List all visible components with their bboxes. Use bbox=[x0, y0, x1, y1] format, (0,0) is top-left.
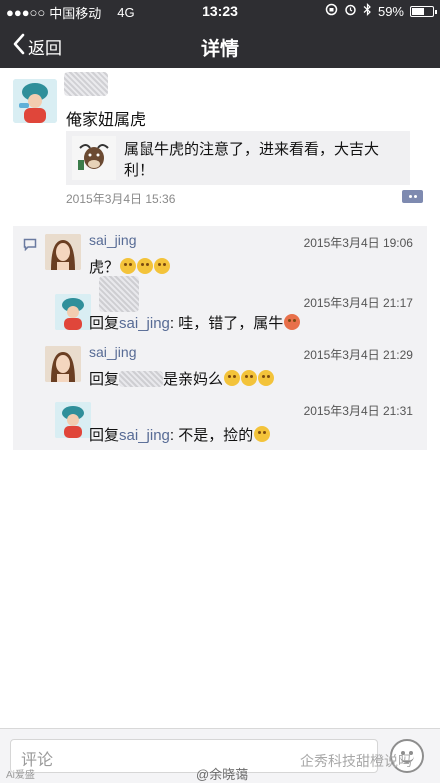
post-text: 俺家妞属虎 bbox=[66, 112, 147, 129]
alarm-icon bbox=[344, 3, 357, 19]
commenter-avatar[interactable] bbox=[45, 346, 81, 382]
comment-text: 回复 是亲妈么 bbox=[89, 368, 275, 389]
comment-content: 是亲妈么 bbox=[163, 371, 224, 388]
reply-target-name[interactable]: sai_jing bbox=[119, 315, 170, 332]
shared-link-title: 属鼠牛虎的注意了，进来看看，大吉大利！ bbox=[124, 141, 380, 179]
emoji-icon bbox=[137, 258, 154, 274]
emoji-icon bbox=[154, 258, 171, 274]
bluetooth-icon bbox=[363, 3, 372, 19]
commenter-avatar[interactable] bbox=[55, 402, 91, 438]
comment-item[interactable]: 2015年3月4日 21:31 回复sai_jing: 不是，捡的 bbox=[13, 402, 427, 448]
comment-content: : 不是，捡的 bbox=[169, 427, 254, 444]
reply-target-name[interactable]: sai_jing bbox=[119, 427, 170, 444]
emoji-icon bbox=[258, 370, 275, 386]
blurred-commenter-name bbox=[99, 276, 139, 312]
battery-fill bbox=[412, 7, 424, 15]
emoji-icon bbox=[254, 426, 271, 442]
comment-list: sai_jing 2015年3月4日 19:06 虎？ 2015年3月4日 21… bbox=[13, 226, 427, 450]
commenter-avatar[interactable] bbox=[45, 234, 81, 270]
battery-icon bbox=[410, 5, 437, 17]
comment-timestamp: 2015年3月4日 21:29 bbox=[303, 348, 413, 362]
reply-prefix: 回复 bbox=[89, 427, 120, 444]
comment-text: 回复sai_jing: 哇，错了，属牛 bbox=[89, 312, 301, 333]
comment-content: 虎？ bbox=[89, 259, 120, 276]
comment-text: 回复sai_jing: 不是，捡的 bbox=[89, 424, 271, 445]
moments-detail-page: ●●●○○ 中国移动 4G 13:23 59% 返回 详情 俺家妞属虎 属鼠牛虎… bbox=[0, 0, 440, 783]
comment-text: 虎？ bbox=[89, 256, 171, 277]
shared-link-card[interactable]: 属鼠牛虎的注意了，进来看看，大吉大利！ bbox=[66, 131, 410, 185]
shared-link-thumbnail bbox=[72, 136, 116, 180]
emoji-icon bbox=[284, 314, 301, 330]
emoji-icon bbox=[224, 370, 241, 386]
comment-item[interactable]: 2015年3月4日 21:17 回复sai_jing: 哇，错了，属牛 bbox=[13, 276, 427, 344]
more-actions-button[interactable] bbox=[402, 190, 423, 203]
reply-prefix: 回复 bbox=[89, 371, 120, 388]
blurred-reply-target bbox=[119, 371, 164, 387]
reply-prefix: 回复 bbox=[89, 315, 120, 332]
commenter-name[interactable]: sai_jing bbox=[89, 344, 136, 360]
navigation-bar: 返回 详情 bbox=[0, 22, 440, 68]
rotation-lock-icon bbox=[325, 3, 338, 19]
comment-item[interactable]: sai_jing 2015年3月4日 21:29 回复 是亲妈么 bbox=[13, 344, 427, 396]
comment-content: : 哇，错了，属牛 bbox=[169, 315, 284, 332]
status-right: 59% bbox=[325, 3, 437, 19]
comment-item[interactable]: sai_jing 2015年3月4日 19:06 虎？ bbox=[13, 232, 427, 284]
emoji-icon bbox=[241, 370, 258, 386]
post-timestamp: 2015年3月4日 15:36 bbox=[66, 192, 176, 206]
status-bar: ●●●○○ 中国移动 4G 13:23 59% bbox=[0, 0, 440, 22]
comment-timestamp: 2015年3月4日 19:06 bbox=[303, 236, 413, 250]
battery-percent: 59% bbox=[377, 3, 404, 19]
watermark-center: @余晓蔼 bbox=[196, 767, 249, 782]
commenter-name[interactable]: sai_jing bbox=[89, 232, 136, 248]
emoji-icon bbox=[120, 258, 137, 274]
watermark-right: 企秀科技甜橙说吗 bbox=[300, 753, 412, 769]
comment-timestamp: 2015年3月4日 21:17 bbox=[303, 296, 413, 310]
blurred-author-name bbox=[64, 72, 108, 96]
watermark-left: Ai爱盛 bbox=[6, 770, 35, 781]
page-title: 详情 bbox=[200, 39, 239, 60]
commenter-avatar[interactable] bbox=[55, 294, 91, 330]
comment-timestamp: 2015年3月4日 21:31 bbox=[303, 404, 413, 418]
post-author-avatar[interactable] bbox=[13, 79, 57, 123]
